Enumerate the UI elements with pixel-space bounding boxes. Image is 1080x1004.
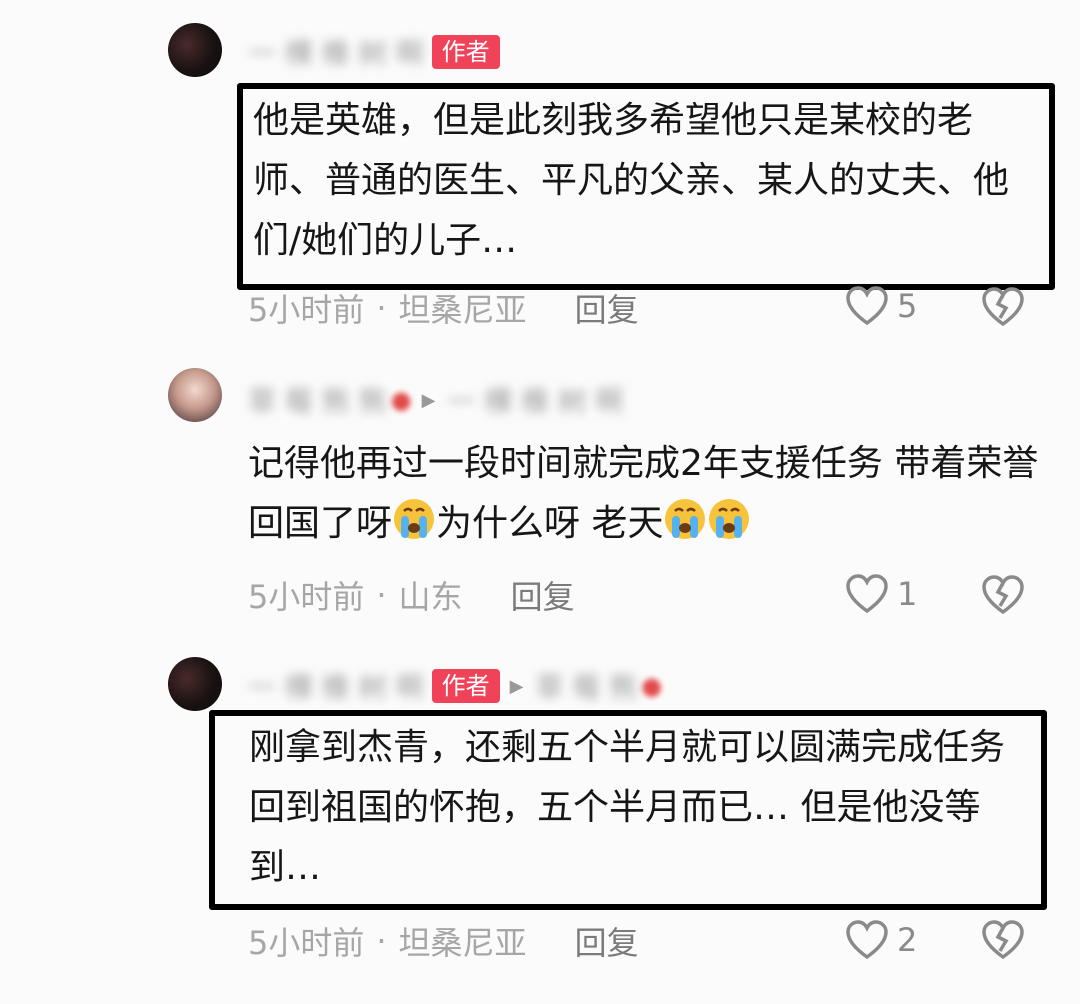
comment-text: 他是英雄，但是此刻我多希望他只是某校的老师、普通的医生、平凡的父亲、某人的丈夫、… (237, 83, 1055, 290)
like-count: 2 (897, 921, 918, 959)
triangle-right-icon: ▶ (509, 675, 524, 697)
comment-location: 坦桑尼亚 (398, 291, 527, 329)
avatar[interactable] (168, 23, 222, 77)
broken-heart-icon (982, 920, 1024, 960)
comment-location: 山东 (398, 578, 463, 616)
broken-heart-icon (982, 287, 1024, 327)
like-button[interactable]: 2 (845, 919, 917, 961)
strawberry-icon: ● (390, 386, 412, 414)
comment-time: 5小时前 (248, 578, 365, 616)
username[interactable]: 草 莓 熊 熊 (248, 380, 387, 420)
username[interactable]: 一 棵 橡 树 啊 (248, 32, 424, 72)
crying-face-emoji (394, 499, 435, 539)
heart-outline-icon (846, 574, 888, 614)
like-count: 1 (897, 575, 918, 613)
comment-time: 5小时前 (248, 924, 365, 962)
like-button[interactable]: 5 (845, 285, 917, 327)
crying-face-emoji (665, 499, 706, 539)
heart-outline-icon (846, 920, 888, 960)
comment-meta: 5小时前 · 坦桑尼亚 回复 (248, 916, 639, 966)
username[interactable]: 一 棵 橡 树 啊 (248, 666, 424, 706)
reply-button[interactable]: 回复 (575, 285, 639, 331)
author-badge: 作者 (431, 669, 500, 703)
comment-header: 草 莓 熊 熊 ● ▶ 一 棵 橡 树 啊 (248, 380, 623, 420)
comment-meta: 5小时前 · 山东 回复 (248, 570, 575, 620)
comment-time: 5小时前 (248, 291, 365, 329)
comment-text-part: 为什么呀 老天 (436, 503, 664, 544)
avatar[interactable] (168, 657, 222, 711)
comment-text: 记得他再过一段时间就完成2年支援任务 带着荣誉回国了呀 为什么呀 老天 (248, 434, 1048, 554)
broken-heart-icon (982, 575, 1024, 615)
comment-header: 一 棵 橡 树 啊 作者 ▶ 草 莓 熊 ● (248, 666, 662, 706)
dislike-button[interactable] (981, 574, 1025, 616)
triangle-right-icon: ▶ (421, 389, 436, 411)
crying-face-emoji (709, 499, 750, 539)
reply-button[interactable]: 回复 (575, 918, 639, 964)
reply-button[interactable]: 回复 (511, 572, 575, 618)
avatar[interactable] (168, 368, 222, 422)
comment-text: 刚拿到杰青，还剩五个半月就可以圆满完成任务回到祖国的怀抱，五个半月而已… 但是他… (209, 710, 1047, 910)
dislike-button[interactable] (981, 919, 1025, 961)
author-badge: 作者 (431, 35, 500, 69)
reply-to-username[interactable]: 草 莓 熊 (535, 666, 637, 706)
reply-to-username[interactable]: 一 棵 橡 树 啊 (448, 380, 624, 420)
comment-meta: 5小时前 · 坦桑尼亚 回复 (248, 283, 639, 333)
like-count: 5 (897, 287, 918, 325)
strawberry-icon: ● (641, 672, 663, 700)
comment-header: 一 棵 橡 树 啊 作者 (248, 32, 500, 72)
comment-location: 坦桑尼亚 (398, 924, 527, 962)
heart-outline-icon (846, 286, 888, 326)
dislike-button[interactable] (981, 286, 1025, 328)
like-button[interactable]: 1 (845, 573, 917, 615)
